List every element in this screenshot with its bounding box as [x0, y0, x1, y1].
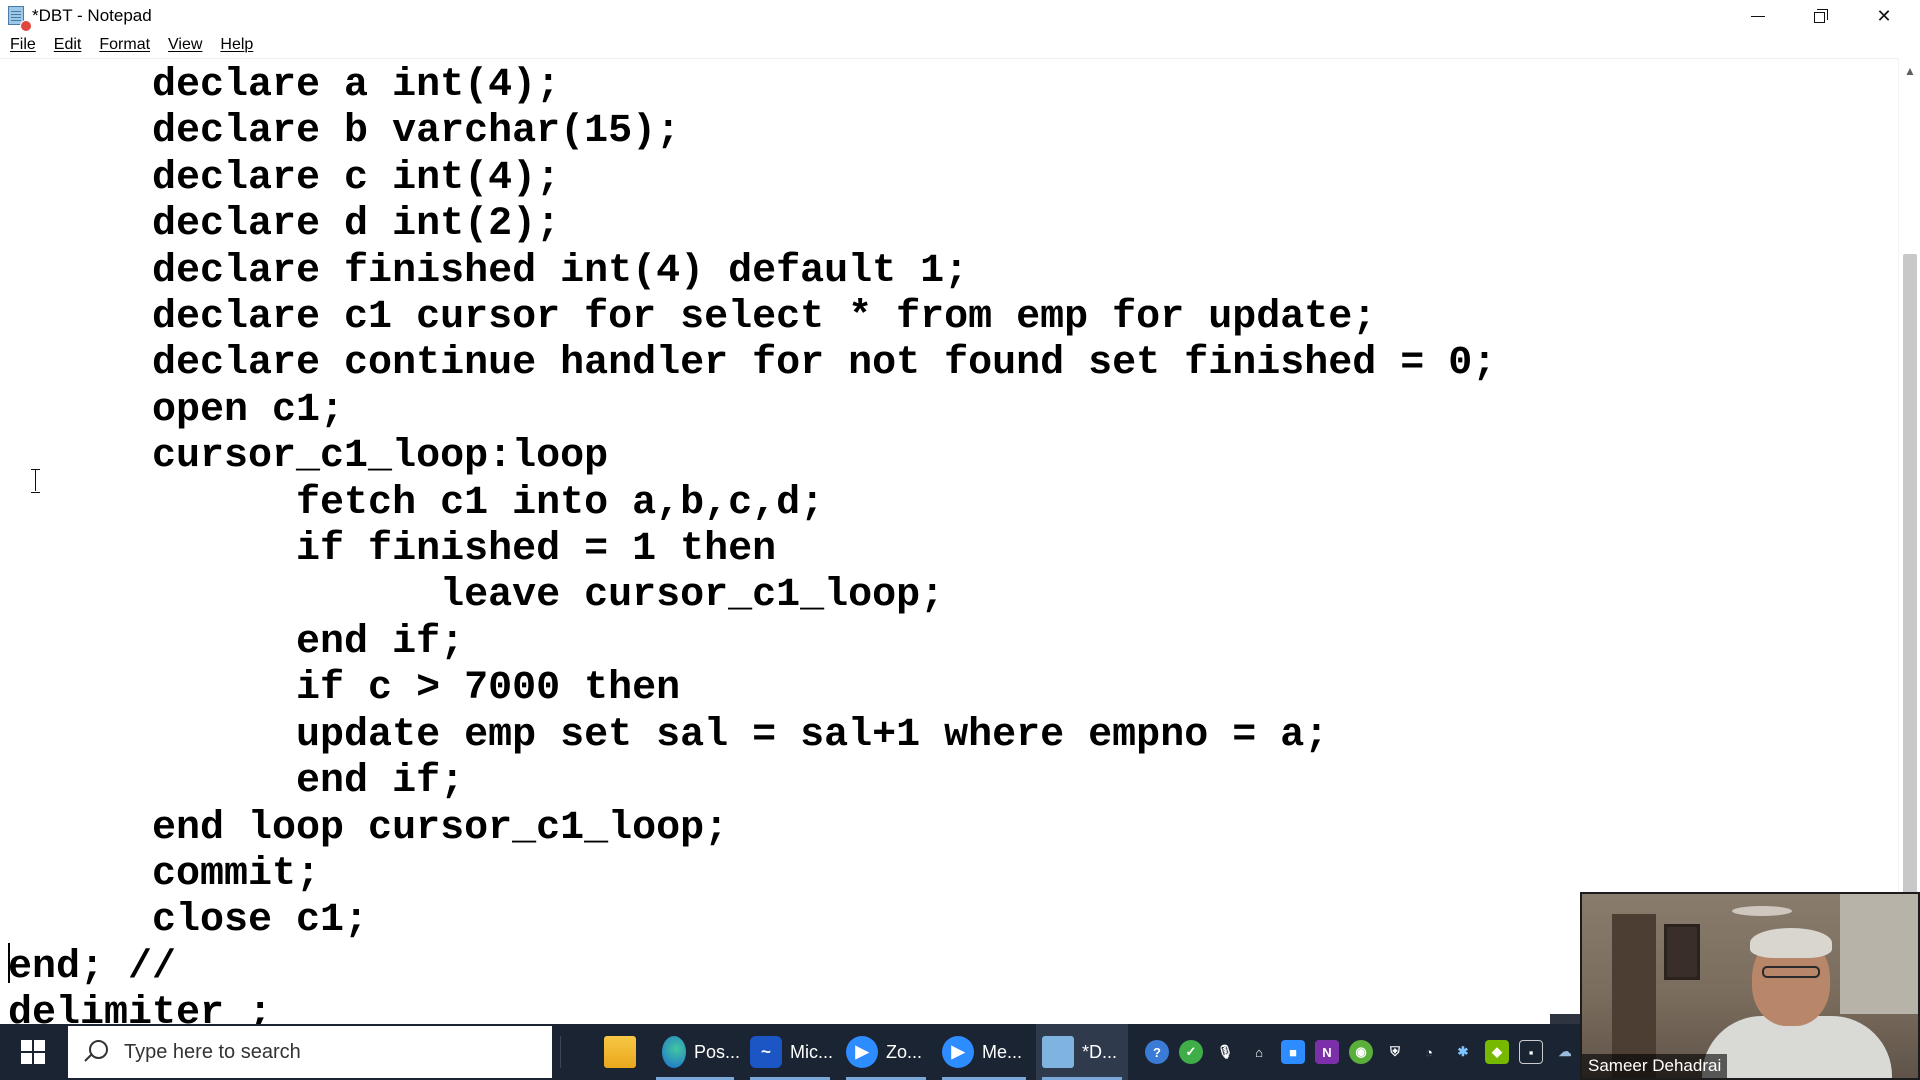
screen-icon[interactable]: ▪ — [1519, 1040, 1543, 1064]
window-title: *DBT - Notepad — [32, 6, 152, 25]
start-button[interactable] — [0, 1024, 66, 1080]
editor-line[interactable]: end; // — [8, 945, 176, 990]
ibeam-cursor-icon — [31, 469, 41, 493]
notepad-icon — [6, 4, 32, 32]
menu-bar: File Edit Format View Help — [0, 32, 1920, 58]
menu-view[interactable]: View — [168, 34, 202, 56]
tag-icon[interactable]: ⌂ — [1247, 1040, 1271, 1064]
editor-line[interactable]: declare c int(4); — [8, 156, 560, 201]
close-icon: ✕ — [1876, 5, 1892, 26]
text-caret — [8, 943, 10, 983]
shield-icon[interactable]: ⛨ — [1383, 1040, 1407, 1064]
editor-line[interactable]: end loop cursor_c1_loop; — [8, 806, 728, 851]
taskbar-app-label: Mic... — [790, 1041, 833, 1062]
minimize-button[interactable] — [1727, 0, 1789, 32]
editor-line[interactable]: delimiter ; — [8, 991, 272, 1024]
taskbar-app-notepad[interactable]: *D... — [1036, 1024, 1128, 1080]
editor-line[interactable]: update emp set sal = sal+1 where empno =… — [8, 713, 1328, 758]
taskbar-app-label: Me... — [982, 1041, 1023, 1062]
minimize-icon — [1751, 15, 1765, 17]
editor-line[interactable]: commit; — [8, 852, 320, 897]
cloud-icon[interactable]: ☁ — [1553, 1040, 1577, 1064]
folder-icon — [604, 1036, 636, 1068]
menu-file[interactable]: File — [10, 34, 36, 56]
system-tray: ? ✓ 🎙 ⌂ ■ N ◉ ⛨ ◔ ✱ ◆ ▪ ☁ — [1140, 1024, 1582, 1080]
menu-format[interactable]: Format — [99, 34, 150, 56]
editor-line[interactable]: open c1; — [8, 388, 344, 433]
zoom-icon: ▶ — [846, 1036, 878, 1068]
taskbar-app-microsoft-whiteboard[interactable]: ~ Mic... — [744, 1024, 836, 1080]
editor-text[interactable]: declare a int(4); declare b varchar(15);… — [8, 63, 1496, 1024]
help-icon[interactable]: ? — [1145, 1040, 1169, 1064]
taskbar-app-label: *D... — [1082, 1041, 1118, 1062]
taskbar-app-label: Pos... — [693, 1041, 740, 1062]
editor-line[interactable]: end if; — [8, 620, 464, 665]
globe-icon[interactable]: ◉ — [1349, 1040, 1373, 1064]
text-editor[interactable]: declare a int(4); declare b varchar(15);… — [0, 58, 1898, 1024]
editor-line[interactable]: end if; — [8, 759, 464, 804]
wifi-icon[interactable]: ◔ — [1417, 1040, 1441, 1064]
close-button[interactable]: ✕ — [1853, 0, 1915, 32]
snowflake-icon[interactable]: ✱ — [1451, 1040, 1475, 1064]
editor-line[interactable]: declare a int(4); — [8, 63, 560, 108]
edge-icon — [662, 1036, 686, 1068]
taskbar-app-label: Zo... — [886, 1041, 923, 1062]
windows-logo-icon — [21, 1040, 45, 1064]
restore-button[interactable] — [1790, 0, 1852, 32]
scroll-up-arrow-icon[interactable]: ▲ — [1899, 62, 1920, 80]
editor-line[interactable]: declare d int(2); — [8, 202, 560, 247]
editor-line[interactable]: close c1; — [8, 898, 368, 943]
check-icon[interactable]: ✓ — [1179, 1040, 1203, 1064]
scroll-thumb[interactable] — [1903, 254, 1917, 954]
taskbar-app-zoom-meeting[interactable]: ▶ Me... — [936, 1024, 1032, 1080]
restore-icon — [1814, 9, 1828, 23]
recording-dot-icon — [20, 20, 32, 32]
whiteboard-icon: ~ — [750, 1036, 782, 1068]
nvidia-icon[interactable]: ◆ — [1485, 1040, 1509, 1064]
editor-line[interactable]: cursor_c1_loop:loop — [8, 434, 608, 479]
notepad-icon — [1042, 1036, 1074, 1068]
editor-line[interactable]: declare continue handler for not found s… — [8, 341, 1496, 386]
taskbar-app-edge-postman[interactable]: Pos... — [650, 1024, 740, 1080]
zoom-icon: ▶ — [942, 1036, 974, 1068]
search-icon — [82, 1038, 110, 1066]
menu-help[interactable]: Help — [220, 34, 253, 56]
vertical-scrollbar[interactable]: ▲ — [1898, 58, 1920, 1024]
editor-line[interactable]: if finished = 1 then — [8, 527, 776, 572]
webcam-video[interactable]: Sameer Dehadrai — [1580, 892, 1920, 1080]
editor-line[interactable]: if c > 7000 then — [8, 666, 680, 711]
screen-share-overlay-edge — [1550, 1014, 1582, 1024]
onenote-icon[interactable]: N — [1315, 1040, 1339, 1064]
editor-line[interactable]: declare c1 cursor for select * from emp … — [8, 295, 1376, 340]
taskbar-search-box[interactable]: Type here to search — [68, 1026, 552, 1078]
camera-icon[interactable]: ■ — [1281, 1040, 1305, 1064]
taskbar-separator — [560, 1036, 561, 1068]
editor-line[interactable]: declare b varchar(15); — [8, 109, 680, 154]
editor-line[interactable]: leave cursor_c1_loop; — [8, 573, 944, 618]
microphone-icon[interactable]: 🎙 — [1213, 1040, 1237, 1064]
editor-line[interactable]: fetch c1 into a,b,c,d; — [8, 481, 824, 526]
editor-line[interactable]: declare finished int(4) default 1; — [8, 249, 968, 294]
participant-name: Sameer Dehadrai — [1582, 1054, 1728, 1078]
taskbar-app-zoom[interactable]: ▶ Zo... — [840, 1024, 932, 1080]
title-bar: *DBT - Notepad ✕ — [0, 0, 1920, 32]
taskbar-app-file-explorer[interactable] — [590, 1024, 650, 1080]
search-placeholder: Type here to search — [124, 1040, 301, 1063]
menu-edit[interactable]: Edit — [54, 34, 82, 56]
